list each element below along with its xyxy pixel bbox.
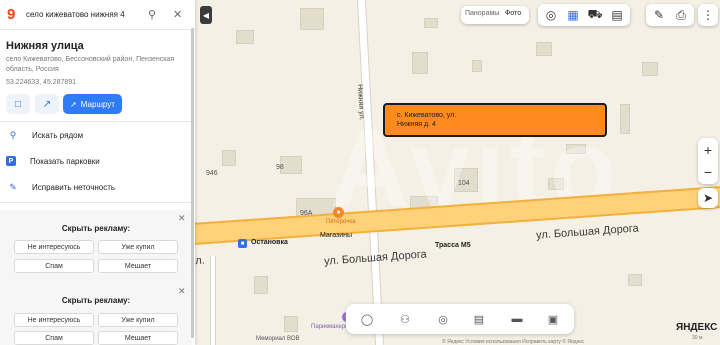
map-building — [424, 18, 438, 28]
route-button-label: Маршрут — [80, 99, 115, 109]
ad-already-bought-button[interactable]: Уже купил — [98, 240, 178, 254]
map-building — [300, 8, 324, 30]
map-type-icon[interactable]: ▦ — [562, 4, 584, 26]
action-search-nearby[interactable]: ⚲ Искать рядом — [6, 128, 186, 142]
search-icon[interactable]: ⚲ — [148, 8, 156, 21]
callout-line-2: Нижняя д. 4 — [397, 121, 436, 128]
bus-icon[interactable]: ▤ — [606, 4, 628, 26]
pharmacy-icon[interactable]: ◎ — [436, 312, 450, 326]
collapse-panel-button[interactable]: ◀ — [200, 6, 212, 24]
map-building — [472, 60, 482, 72]
route-icon: ➚ — [70, 99, 77, 109]
bookmark-icon: □ — [14, 98, 22, 110]
map-building — [642, 62, 658, 76]
address-callout[interactable]: с. Кижеватово, ул. Нижняя д. 4 — [383, 103, 607, 137]
side-panel: 9 село кижеватово нижняя 4 ⚲ ✕ Нижняя ул… — [0, 0, 195, 345]
ad-not-interested-button[interactable]: Не интересуюсь — [14, 313, 94, 327]
ad-hide-heading: Скрыть рекламу: — [61, 224, 131, 233]
map-building — [284, 316, 298, 332]
place-title: Нижняя улица — [6, 40, 84, 52]
ad-spam-button[interactable]: Спам — [14, 331, 94, 345]
map-building — [412, 52, 428, 74]
share-button[interactable]: ↗ — [35, 94, 59, 114]
map-building — [536, 42, 552, 56]
parking-icon: P — [6, 156, 16, 166]
stop-label: Остановка — [251, 239, 288, 246]
shop-label: Магазины — [320, 232, 353, 239]
bookmark-button[interactable]: □ — [6, 94, 30, 114]
zoom-in-icon[interactable]: + — [697, 139, 719, 161]
fitness-icon[interactable]: ▬ — [510, 312, 524, 326]
divider — [0, 202, 195, 203]
close-icon[interactable]: ✕ — [178, 213, 186, 224]
search-input[interactable]: село кижеватово нижняя 4 — [26, 10, 125, 19]
brand-label: Пятёрочка — [326, 219, 356, 225]
house-96a: 96А — [300, 210, 313, 217]
geolocation-control: ➤ — [698, 188, 718, 208]
food-icon[interactable]: ⚇ — [398, 312, 412, 326]
shop-poi-icon[interactable]: ● — [333, 207, 344, 218]
transport-controls: ◎ ▦ ⛟ ▤ — [538, 4, 630, 26]
action-fix-error[interactable]: ✎ Исправить неточность — [6, 180, 186, 194]
ad-hide-heading: Скрыть рекламу: — [61, 296, 131, 305]
map-building — [236, 30, 254, 44]
search-bar[interactable]: 9 село кижеватово нижняя 4 ⚲ ✕ — [0, 0, 195, 30]
memorial-label: Мемориал ВОВ — [256, 336, 300, 342]
ruler-icon[interactable]: ✎ — [648, 4, 670, 26]
ad-spam-button[interactable]: Спам — [14, 259, 94, 273]
share-icon: ↗ — [42, 98, 52, 110]
action-show-parking[interactable]: P Показать парковки — [6, 154, 186, 168]
bus-stop-icon[interactable]: ■ — [238, 239, 247, 248]
place-address: село Кижеватово, Бессоновский район, Пен… — [6, 56, 175, 73]
zoom-control: + − — [698, 138, 718, 184]
scale-label: 30 м — [692, 335, 703, 341]
edit-icon: ✎ — [9, 181, 17, 192]
house-98: 98 — [276, 164, 284, 171]
yandex-logo: ЯНДЕКС — [676, 322, 718, 333]
search-nearby-icon: ⚲ — [9, 129, 17, 140]
map-building — [222, 150, 236, 166]
map-building — [254, 276, 268, 294]
callout-line-1: с. Кижеватово, ул. — [397, 112, 457, 119]
place-coordinates[interactable]: 53.224633, 45.287891 — [6, 79, 76, 86]
yandex-maps-logo-icon[interactable]: 9 — [7, 6, 15, 23]
action-label: Искать рядом — [32, 130, 84, 140]
ad-already-bought-button[interactable]: Уже купил — [98, 313, 178, 327]
ad-not-interested-button[interactable]: Не интересуюсь — [14, 240, 94, 254]
tools-controls: ✎ ⎙ — [646, 4, 694, 26]
close-icon[interactable]: ✕ — [173, 8, 182, 21]
gas-station-icon[interactable]: ◯ — [360, 312, 374, 326]
divider — [0, 121, 195, 122]
panoramas-toggle[interactable]: Панорамы — [465, 10, 499, 17]
map-building — [628, 274, 642, 286]
panel-scrollbar[interactable] — [191, 28, 194, 338]
route-button[interactable]: ➚ Маршрут — [63, 94, 122, 114]
locate-icon[interactable]: ➤ — [697, 187, 719, 209]
map-footer: © Яндекс Условия использования Исправить… — [442, 339, 585, 345]
layers-icon[interactable]: ◎ — [540, 4, 562, 26]
traffic-icon[interactable]: ⛟ — [584, 4, 606, 26]
atm-icon[interactable]: ▣ — [546, 312, 560, 326]
category-toolbar: ◯ ⚇ ◎ ▤ ▬ ▣ — [346, 304, 574, 334]
zoom-out-icon[interactable]: − — [697, 161, 719, 183]
map-building — [620, 104, 630, 134]
layer-toggle: Панорамы Фото — [461, 6, 529, 24]
ad-hide-area: ✕ Скрыть рекламу: Не интересуюсь Уже куп… — [0, 210, 192, 345]
menu-icon[interactable]: ⋮ — [697, 4, 719, 26]
house-946: 946 — [206, 170, 218, 177]
highway-label: Трасса М5 — [435, 242, 471, 249]
action-label: Показать парковки — [30, 156, 100, 166]
side-street — [210, 256, 216, 345]
shopping-icon[interactable]: ▤ — [472, 312, 486, 326]
menu-control: ⋮ — [698, 4, 718, 26]
action-label: Исправить неточность — [32, 182, 116, 192]
ad-annoying-button[interactable]: Мешает — [98, 331, 178, 345]
ad-annoying-button[interactable]: Мешает — [98, 259, 178, 273]
print-icon[interactable]: ⎙ — [670, 4, 692, 26]
house-104: 104 — [458, 180, 470, 187]
photo-toggle[interactable]: Фото — [505, 10, 521, 17]
